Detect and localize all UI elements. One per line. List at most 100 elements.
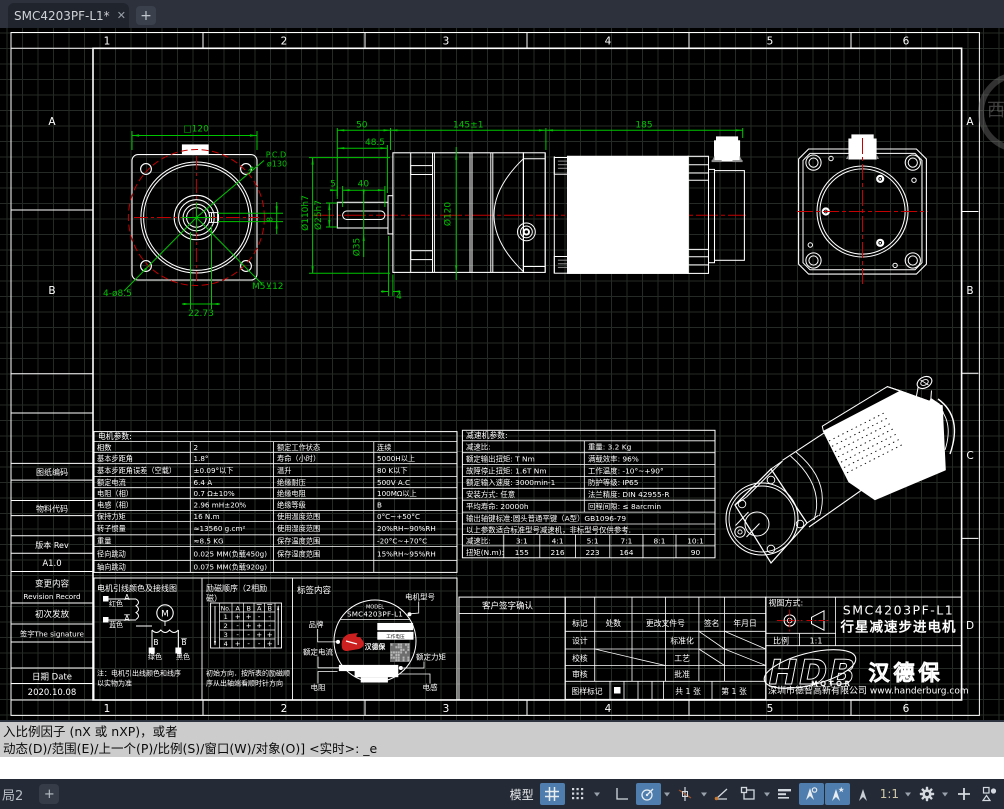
polar-tracking-caret[interactable] — [662, 783, 672, 805]
dim-label: 22.73 — [188, 309, 214, 319]
annotation-scale-value[interactable]: 1:1 — [877, 787, 902, 801]
table-cell: 连续 — [377, 443, 391, 452]
drawing-stroke — [403, 657, 405, 659]
settings-gear-caret[interactable] — [940, 783, 950, 805]
tab-close-icon[interactable]: ✕ — [117, 10, 126, 21]
isolate-objects-icon[interactable] — [977, 783, 1002, 805]
excitation-panel: 励磁顺序（2相励 磁） No. A B A B 1 + + - - 2 - + … — [206, 583, 290, 688]
angle-snap-icon[interactable] — [710, 783, 735, 805]
label: 额定力矩 — [416, 652, 446, 662]
label: 校核 — [572, 653, 588, 663]
table-cell: 相数 — [97, 443, 111, 452]
zone-col-top: 6 — [903, 36, 910, 48]
label: 日期 Date — [32, 673, 72, 683]
drawing-stroke — [736, 129, 743, 131]
table-cell: 16 N.m — [194, 512, 220, 521]
drawing-stroke — [905, 155, 920, 170]
object-snap-caret[interactable] — [699, 783, 709, 805]
ortho-mode-icon[interactable] — [610, 783, 635, 805]
drawing-stroke — [382, 290, 389, 292]
label: 图纸编码 — [36, 467, 68, 477]
label: 额定电流 — [303, 647, 333, 657]
label: - — [247, 631, 250, 639]
table-cell: 安装方式: 任意 — [466, 490, 515, 499]
table-cell: 0.7 Ω±10% — [194, 489, 235, 498]
drawing-stroke — [809, 256, 818, 265]
table-cell: 基本步距角 — [97, 454, 133, 463]
front-view: □120 P.C.D ø130 4-ø8.5 M5⊻12 8 22.73 — [103, 125, 287, 320]
annotation-scale-icon[interactable] — [851, 783, 876, 805]
drawing-stroke — [726, 483, 798, 555]
annotation-autoscale-icon[interactable] — [825, 783, 850, 805]
document-tab-title: SMC4203PF-L1* — [14, 9, 110, 23]
object-snap-icon[interactable] — [673, 783, 698, 805]
drawing-stroke — [405, 651, 407, 653]
label: 工作电压 — [386, 633, 405, 640]
table-cell: 绝缘电阻 — [277, 489, 306, 498]
table-cell: ±0.09°以下 — [194, 466, 234, 475]
lineweight-icon[interactable] — [773, 783, 798, 805]
drawing-stroke — [699, 631, 725, 649]
drawing-stroke — [407, 657, 409, 659]
label: 签名 — [704, 618, 720, 628]
annotation-scale-caret[interactable] — [903, 783, 913, 805]
table-cell: 减速比: — [466, 443, 491, 452]
dim-label: Ø25h7 — [313, 200, 324, 230]
table-cell: 额定电流 — [97, 478, 126, 487]
table-cell: 转子惯量 — [97, 524, 126, 533]
drawing-stroke — [523, 153, 545, 273]
document-tab-bar: SMC4203PF-L1* ✕ + — [0, 0, 1004, 28]
dynamic-input-icon[interactable] — [736, 783, 761, 805]
layout-tab[interactable]: 局2 — [0, 785, 29, 804]
new-tab-button[interactable]: + — [136, 6, 156, 25]
label: 1 — [224, 613, 228, 621]
drawing-stroke — [312, 158, 314, 165]
table-cell: 使用湿度范围 — [277, 524, 320, 533]
drawing-stroke — [912, 178, 916, 182]
zone-col-top: 1 — [104, 36, 111, 48]
model-space-button[interactable]: 模型 — [505, 783, 539, 805]
table-cell: 扭矩(N.m): — [466, 548, 504, 557]
annotation-visibility-icon[interactable] — [799, 783, 824, 805]
table-cell: 法兰精度: DIN 42955-R — [588, 490, 669, 499]
layout-add-button[interactable]: + — [39, 784, 59, 804]
snap-mode-icon[interactable] — [566, 783, 591, 805]
table-cell: 基本步距角误差（空载） — [97, 466, 176, 475]
drawing-canvas[interactable]: 1 1 2 2 3 3 4 4 5 5 6 6 A B A B C D 图纸编码… — [0, 28, 1004, 720]
drawing-stroke — [152, 630, 178, 633]
customize-plus-icon[interactable] — [951, 783, 976, 805]
table-cell: 回程间隙: ≤ 8arcmin — [588, 502, 661, 511]
settings-gear-icon[interactable] — [914, 783, 939, 805]
polar-tracking-icon[interactable] — [636, 783, 661, 805]
table-cell: 8:1 — [654, 537, 666, 546]
table-cell: 故障停止扭矩: 1.6T Nm — [466, 466, 547, 475]
revision-strip: 图纸编码 物料代码 版本 Rev A1.0 变更内容 Revision Reco… — [11, 413, 93, 698]
command-input[interactable] — [0, 757, 1004, 779]
drawing-stroke — [277, 605, 279, 610]
label: 3 — [224, 631, 228, 639]
drawing-stroke — [400, 644, 402, 646]
drawing-stroke — [459, 597, 565, 700]
zone-col-top: 3 — [443, 36, 450, 48]
brand-box: HDB MOTOR 汉德保 深圳市德智高新有限公司 www.handerburg… — [761, 642, 969, 696]
label: - — [258, 640, 261, 648]
table-cell: 轴向跳动 — [97, 562, 126, 571]
label: A1.0 — [42, 559, 61, 569]
grid-display-icon[interactable] — [540, 783, 565, 805]
label: M — [161, 610, 169, 620]
zone-row-left: B — [48, 285, 55, 297]
title-name: 行星减速步进电机 — [840, 619, 957, 636]
zone-row-right: A — [966, 116, 974, 128]
drawing-stroke — [312, 266, 314, 273]
dynamic-input-caret[interactable] — [762, 783, 772, 805]
table-cell: -20°C~+70°C — [377, 537, 427, 546]
table-cell: 3:1 — [516, 537, 528, 546]
document-tab[interactable]: SMC4203PF-L1* ✕ — [8, 3, 129, 28]
snap-mode-caret[interactable] — [592, 783, 602, 805]
dim-label: 4 — [396, 292, 402, 302]
label: 电机型号 — [405, 592, 435, 602]
drawing-stroke — [212, 303, 219, 305]
label: + — [267, 640, 273, 648]
drawing-stroke — [395, 646, 397, 648]
drawing-stroke — [104, 597, 109, 602]
